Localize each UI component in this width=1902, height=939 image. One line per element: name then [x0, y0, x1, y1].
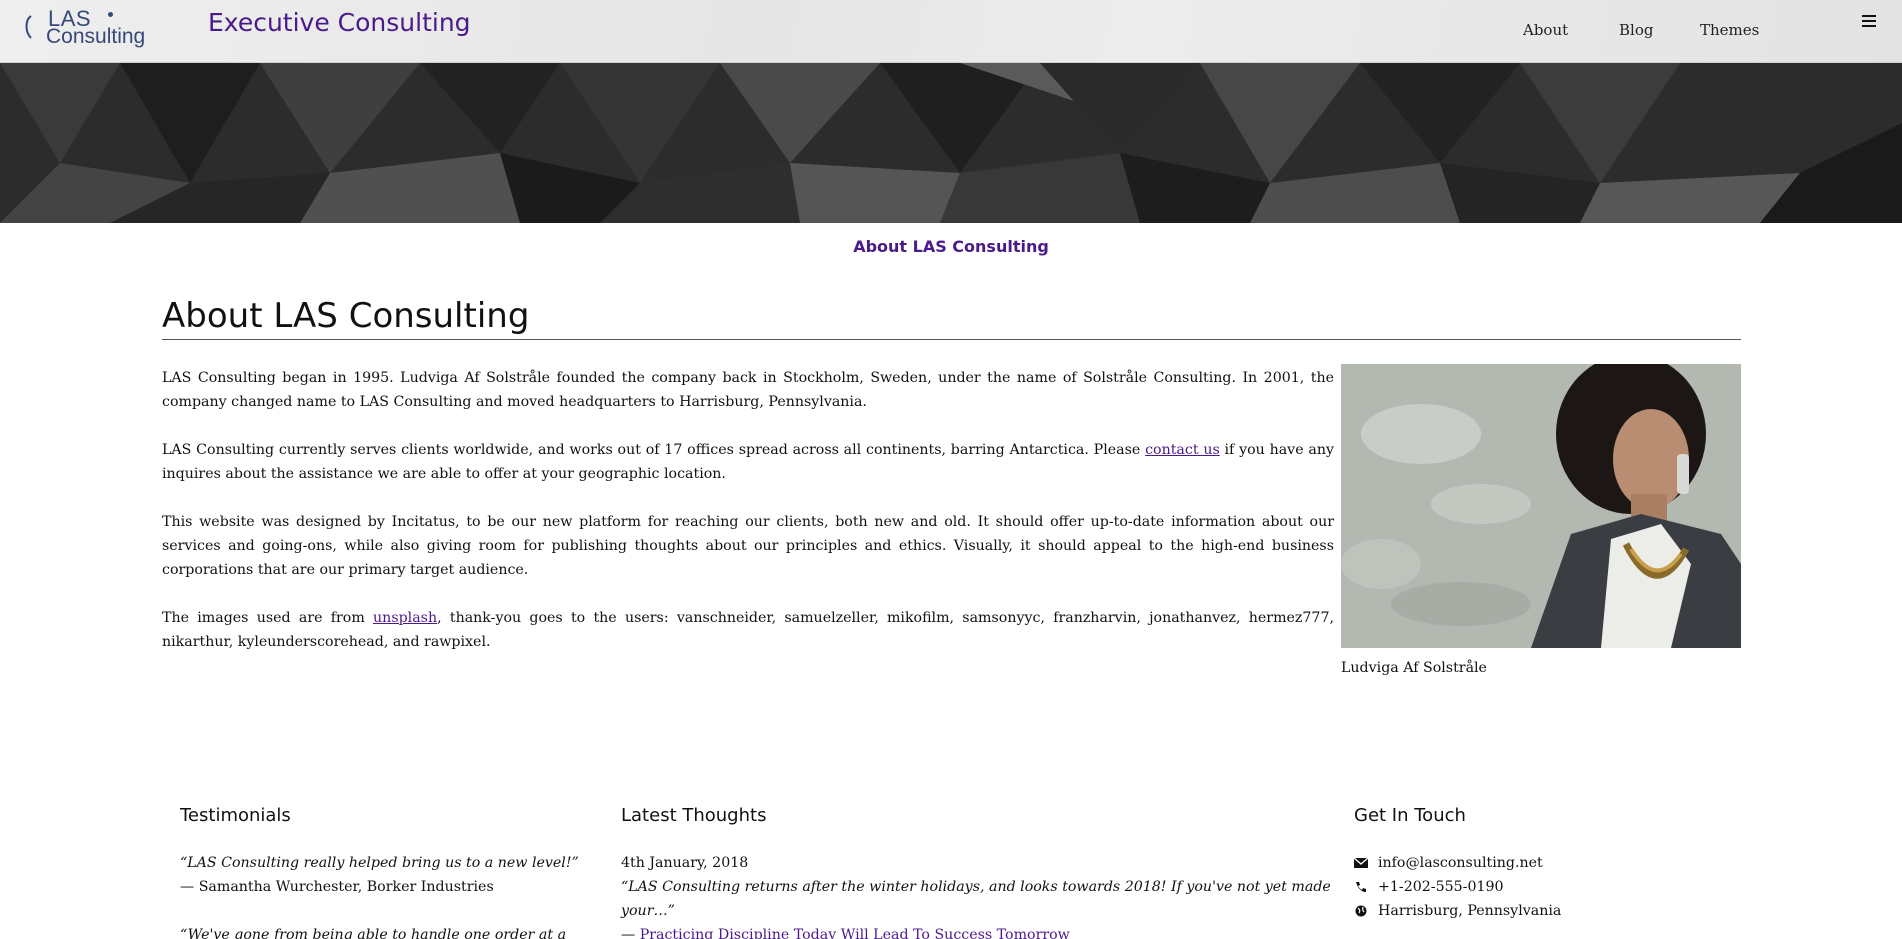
- post-date: 4th January, 2018: [621, 855, 749, 871]
- page-title: About LAS Consulting: [162, 296, 530, 336]
- contact-location: Harrisburg, Pennsylvania: [1378, 903, 1562, 919]
- nav-blog-link[interactable]: Blog: [1619, 21, 1653, 39]
- post-excerpt: “LAS Consulting returns after the winter…: [621, 879, 1331, 919]
- contact-phone[interactable]: +1-202-555-0190: [1378, 875, 1504, 899]
- testimonial-quote-2: “We've gone from being able to handle on…: [180, 927, 567, 939]
- logo-text-line2: Consulting: [46, 25, 146, 48]
- logo-dot: [108, 12, 113, 17]
- post-link[interactable]: Practicing Discipline Today Will Lead To…: [640, 927, 1070, 939]
- founder-portrait-image: [1341, 364, 1741, 648]
- portrait-caption: Ludviga Af Solstråle: [1341, 660, 1487, 676]
- about-body: LAS Consulting began in 1995. Ludviga Af…: [162, 366, 1334, 678]
- globe-icon: [1355, 905, 1367, 917]
- paragraph-credits-text-1: The images used are from: [162, 610, 374, 626]
- testimonial-author-1: — Samantha Wurchester, Borker Industries: [180, 879, 494, 895]
- phone-icon: [1356, 882, 1366, 892]
- section-subtitle: About LAS Consulting: [853, 237, 1049, 256]
- post-dash: —: [621, 927, 640, 939]
- unsplash-link[interactable]: unsplash: [373, 610, 437, 626]
- testimonials-heading: Testimonials: [180, 805, 291, 826]
- nav-themes-link[interactable]: Themes: [1700, 21, 1759, 39]
- latest-thoughts-heading: Latest Thoughts: [621, 805, 767, 826]
- heading-divider: [162, 339, 1741, 340]
- testimonial-list: “LAS Consulting really helped bring us t…: [180, 851, 600, 939]
- logo-mark-icon: [25, 15, 32, 39]
- paragraph-history: LAS Consulting began in 1995. Ludviga Af…: [162, 370, 1334, 410]
- top-navbar: LAS Consulting Executive Consulting Abou…: [0, 0, 1902, 63]
- contact-email[interactable]: info@lasconsulting.net: [1378, 851, 1543, 875]
- testimonial-quote-1: “LAS Consulting really helped bring us t…: [180, 855, 579, 871]
- site-title[interactable]: Executive Consulting: [208, 8, 471, 37]
- envelope-icon: [1354, 857, 1368, 868]
- latest-thought-post: 4th January, 2018 “LAS Consulting return…: [621, 851, 1341, 939]
- nav-about-link[interactable]: About: [1523, 21, 1568, 39]
- paragraph-website: This website was designed by Incitatus, …: [162, 514, 1334, 578]
- paragraph-offices-text-1: LAS Consulting currently serves clients …: [162, 442, 1146, 458]
- get-in-touch-heading: Get In Touch: [1354, 805, 1466, 826]
- contact-us-link[interactable]: contact us: [1145, 442, 1220, 458]
- hero-banner-image: [0, 63, 1902, 223]
- paragraph-credits: The images used are from unsplash, thank…: [162, 606, 1334, 654]
- hamburger-icon[interactable]: [1862, 15, 1876, 29]
- paragraph-offices: LAS Consulting currently serves clients …: [162, 438, 1334, 486]
- las-logo[interactable]: LAS Consulting: [22, 6, 172, 48]
